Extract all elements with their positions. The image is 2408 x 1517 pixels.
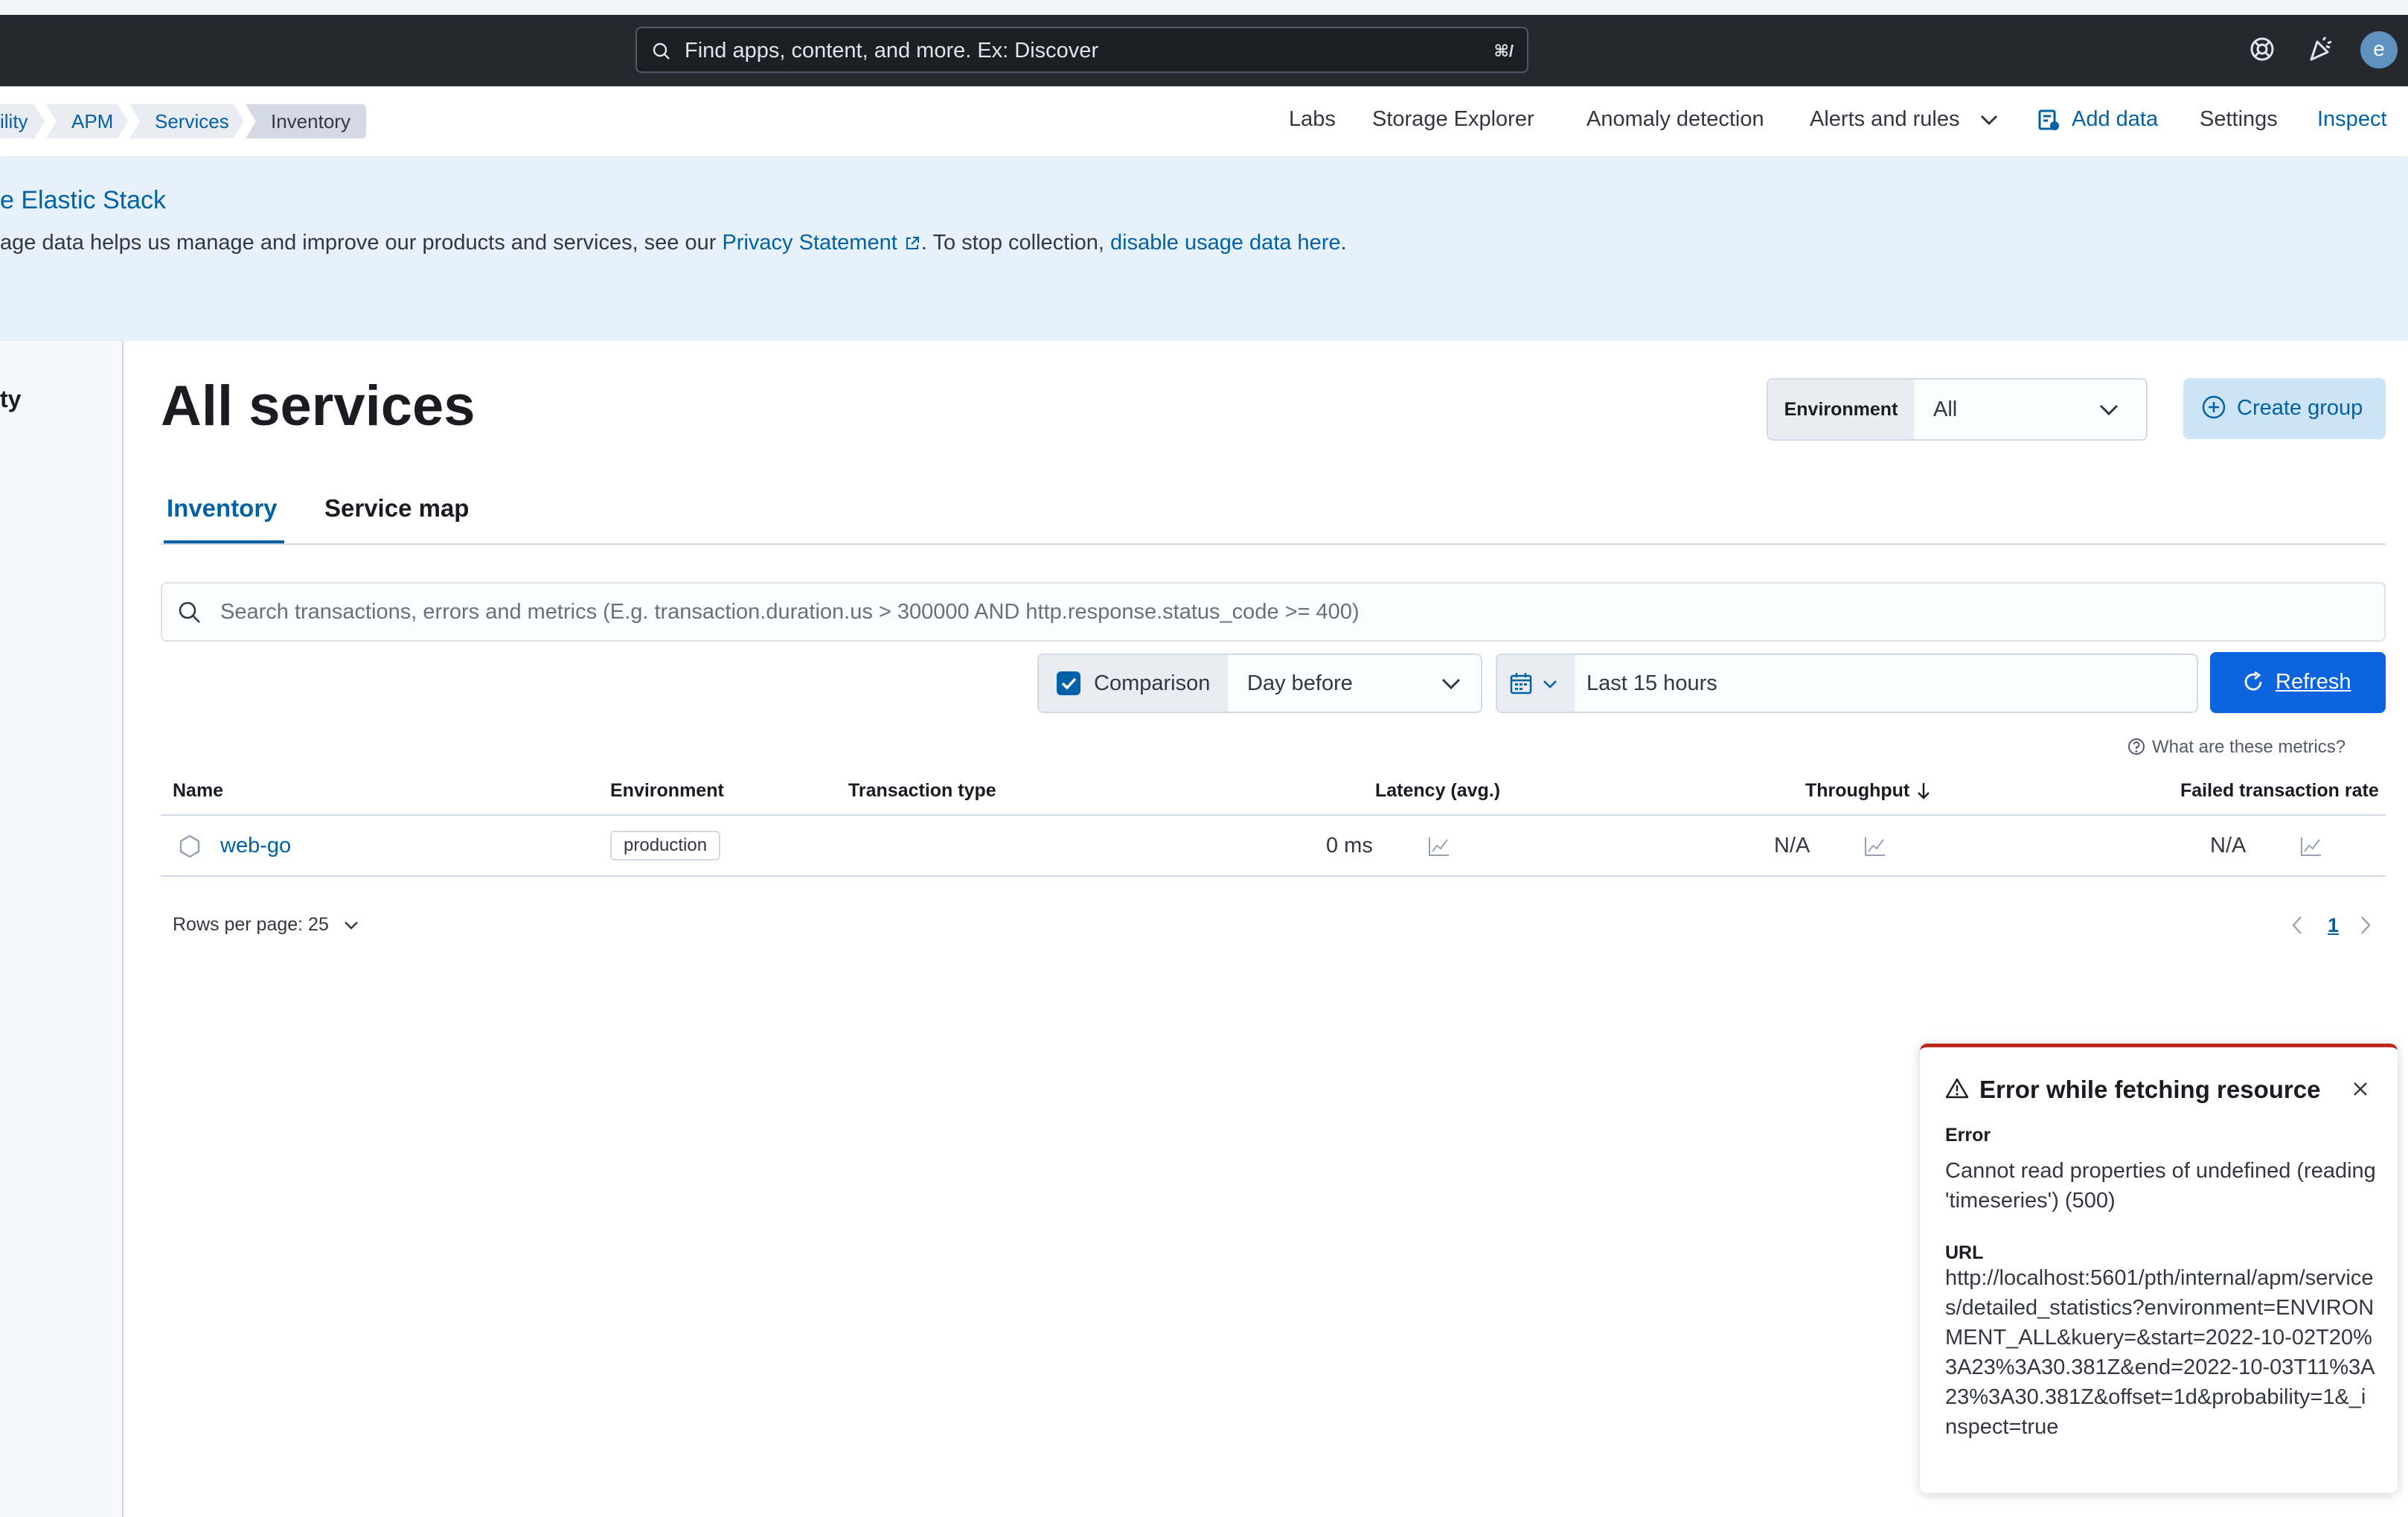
sparkline-chart-icon bbox=[2299, 835, 2323, 857]
chevron-down-icon bbox=[2098, 403, 2119, 417]
chevron-down-icon[interactable] bbox=[1441, 677, 1461, 691]
plus-circle-icon bbox=[2201, 395, 2226, 420]
column-header-name[interactable]: Name bbox=[173, 780, 223, 802]
refresh-button[interactable]: Refresh bbox=[2210, 652, 2386, 713]
callout-text: age data helps us manage and improve our… bbox=[0, 231, 1347, 255]
kql-placeholder: Search transactions, errors and metrics … bbox=[220, 600, 1360, 624]
rows-per-page-button[interactable]: Rows per page: 25 bbox=[173, 914, 329, 936]
tab-inventory[interactable]: Inventory bbox=[167, 494, 278, 523]
side-nav-label[interactable]: ty bbox=[0, 386, 21, 413]
close-icon[interactable] bbox=[2351, 1080, 2369, 1098]
external-link-icon bbox=[903, 234, 921, 252]
search-icon bbox=[177, 600, 202, 625]
newsfeed-icon[interactable] bbox=[2305, 34, 2335, 64]
breadcrumb-apm[interactable]: APM bbox=[46, 104, 128, 138]
breadcrumb-inventory: Inventory bbox=[246, 104, 366, 138]
breadcrumb-services[interactable]: Services bbox=[129, 104, 244, 138]
toast-error-text: Cannot read properties of undefined (rea… bbox=[1945, 1159, 2376, 1213]
environment-label: Environment bbox=[1768, 380, 1914, 439]
toast-url-heading: URL bbox=[1945, 1242, 1984, 1263]
metrics-help-label: What are these metrics? bbox=[2152, 737, 2346, 757]
create-group-button[interactable]: Create group bbox=[2183, 378, 2386, 439]
refresh-label: Refresh bbox=[2276, 670, 2351, 694]
chevron-right-icon[interactable] bbox=[2359, 914, 2372, 936]
column-header-transaction-type[interactable]: Transaction type bbox=[848, 780, 996, 802]
nav-add-data[interactable]: Add data bbox=[2072, 107, 2158, 132]
column-header-latency[interactable]: Latency (avg.) bbox=[1375, 780, 1500, 802]
help-icon[interactable] bbox=[2247, 34, 2277, 64]
sparkline-chart-icon bbox=[1427, 835, 1451, 857]
callout-text-start: age data helps us manage and improve our… bbox=[0, 231, 723, 255]
chevron-down-icon[interactable] bbox=[342, 920, 360, 932]
question-circle-icon bbox=[2127, 737, 2146, 756]
warning-icon bbox=[1945, 1077, 1969, 1099]
nav-settings[interactable]: Settings bbox=[2200, 107, 2278, 132]
nav-alerts-and-rules[interactable]: Alerts and rules bbox=[1810, 107, 1960, 132]
toast-url-text: http://localhost:5601/pth/internal/apm/s… bbox=[1945, 1266, 2375, 1439]
search-shortcut: ⌘/ bbox=[1493, 42, 1514, 60]
table-header-divider bbox=[161, 814, 2386, 816]
disable-usage-data-link[interactable]: disable usage data here bbox=[1110, 231, 1341, 255]
nav-storage-explorer[interactable]: Storage Explorer bbox=[1372, 107, 1534, 132]
side-nav bbox=[0, 341, 124, 1517]
comparison-select-value[interactable]: Day before bbox=[1247, 671, 1353, 696]
sort-descending-icon[interactable] bbox=[1915, 782, 1932, 801]
callout-text-middle: . To stop collection, bbox=[920, 231, 1111, 255]
nav-labs[interactable]: Labs bbox=[1289, 107, 1336, 132]
environment-badge: production bbox=[610, 831, 721, 860]
pagination-page-1[interactable]: 1 bbox=[2328, 914, 2339, 937]
chevron-left-icon[interactable] bbox=[2290, 914, 2304, 936]
calendar-icon bbox=[1509, 671, 1533, 695]
toast-title: Error while fetching resource bbox=[1979, 1076, 2321, 1103]
browser-tab-strip bbox=[0, 0, 2408, 15]
chevron-down-icon[interactable] bbox=[1979, 113, 1999, 127]
latency-value: 0 ms bbox=[1326, 834, 1373, 857]
refresh-icon bbox=[2241, 670, 2265, 694]
callout-title: e Elastic Stack bbox=[0, 186, 166, 214]
date-range-value[interactable]: Last 15 hours bbox=[1586, 671, 1717, 696]
sparkline-chart-icon bbox=[1863, 835, 1887, 857]
date-picker[interactable]: Last 15 hours bbox=[1496, 654, 2198, 713]
comparison-control: Comparison Day before bbox=[1037, 654, 1482, 713]
column-header-throughput[interactable]: Throughput bbox=[1805, 780, 1909, 802]
checkbox-checked-icon[interactable] bbox=[1057, 671, 1080, 695]
privacy-statement-link[interactable]: Privacy Statement bbox=[722, 231, 897, 255]
nav-anomaly-detection[interactable]: Anomaly detection bbox=[1586, 107, 1764, 132]
add-data-icon[interactable] bbox=[2037, 109, 2060, 131]
search-icon bbox=[652, 42, 671, 61]
metrics-help-link[interactable]: What are these metrics? bbox=[2128, 737, 2346, 758]
page-title: All services bbox=[161, 374, 475, 438]
tab-service-map[interactable]: Service map bbox=[324, 494, 469, 523]
comparison-toggle[interactable]: Comparison bbox=[1039, 655, 1228, 712]
create-group-label: Create group bbox=[2237, 396, 2363, 420]
service-name-link[interactable]: web-go bbox=[220, 834, 291, 858]
error-toast: Error while fetching resource Error Cann… bbox=[1920, 1044, 2398, 1493]
environment-select[interactable]: Environment All bbox=[1767, 378, 2148, 441]
table-row-divider bbox=[161, 875, 2386, 877]
comparison-label: Comparison bbox=[1094, 671, 1211, 695]
chevron-down-icon bbox=[1542, 679, 1558, 689]
column-header-failed-rate[interactable]: Failed transaction rate bbox=[2180, 780, 2379, 802]
column-header-environment[interactable]: Environment bbox=[610, 780, 724, 802]
toast-error-heading: Error bbox=[1945, 1125, 1991, 1146]
throughput-value: N/A bbox=[1774, 834, 1810, 857]
quick-select-button[interactable] bbox=[1497, 655, 1575, 712]
callout-text-end: . bbox=[1340, 231, 1347, 255]
nav-inspect[interactable]: Inspect bbox=[2317, 107, 2387, 132]
environment-value: All bbox=[1933, 397, 1958, 421]
user-avatar[interactable]: e bbox=[2360, 31, 2398, 68]
global-search-input[interactable]: Find apps, content, and more. Ex: Discov… bbox=[635, 27, 1528, 73]
search-placeholder: Find apps, content, and more. Ex: Discov… bbox=[685, 39, 1099, 63]
tabs-divider bbox=[161, 543, 2386, 545]
service-health-icon bbox=[177, 834, 202, 859]
active-tab-indicator bbox=[164, 540, 284, 543]
failed-rate-value: N/A bbox=[2210, 834, 2247, 857]
kql-search-input[interactable]: Search transactions, errors and metrics … bbox=[161, 582, 2386, 642]
